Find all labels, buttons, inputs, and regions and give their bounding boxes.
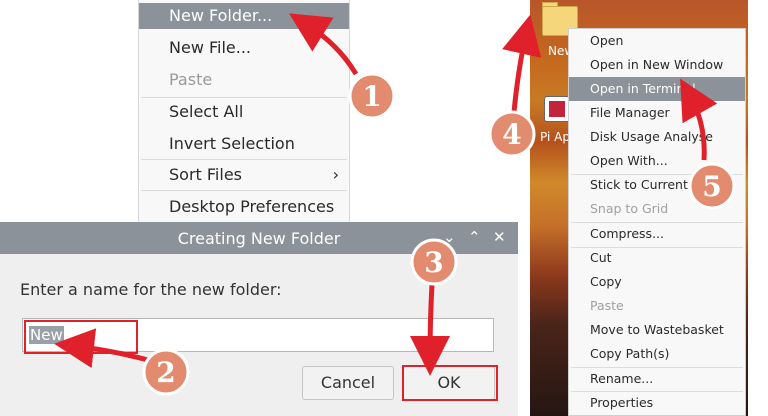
menu-item-label: Desktop Preferences bbox=[169, 197, 335, 216]
dialog-titlebar: Creating New Folder ⌄ ⌃ ✕ bbox=[0, 222, 518, 254]
pi-apps-grid bbox=[549, 101, 565, 117]
menu-item-new-file[interactable]: New File... bbox=[139, 35, 349, 61]
menu-item-label: Open bbox=[590, 33, 624, 48]
step-4-number: 4 bbox=[502, 118, 521, 151]
menu-item-desktop-preferences[interactable]: Desktop Preferences bbox=[139, 194, 349, 220]
menu-item-label: Stick to Current Po bbox=[590, 177, 707, 192]
desktop-context-menu: New Folder... New File... Paste Select A… bbox=[138, 0, 350, 224]
menu-item-stick-to-position[interactable]: Stick to Current Po bbox=[569, 173, 745, 197]
step-1-badge: 1 bbox=[348, 72, 396, 120]
menu-item-paste: Paste bbox=[569, 294, 745, 318]
menu-item-label: Properties bbox=[590, 395, 654, 410]
menu-item-label: Paste bbox=[590, 298, 624, 313]
menu-item-label: Compress... bbox=[590, 226, 664, 241]
menu-item-file-manager[interactable]: File Manager bbox=[569, 101, 745, 125]
maximize-icon[interactable]: ⌃ bbox=[468, 228, 481, 246]
menu-item-open-with[interactable]: Open With... bbox=[569, 149, 745, 173]
menu-item-label: File Manager bbox=[590, 105, 670, 120]
menu-separator bbox=[141, 190, 347, 191]
menu-item-select-all[interactable]: Select All bbox=[139, 99, 349, 125]
pi-apps-icon[interactable] bbox=[544, 96, 570, 122]
dialog-title: Creating New Folder bbox=[177, 229, 341, 248]
menu-item-label: Move to Wastebasket bbox=[590, 322, 724, 337]
menu-separator bbox=[141, 159, 347, 160]
menu-item-invert-selection[interactable]: Invert Selection bbox=[139, 131, 349, 157]
menu-item-label: Sort Files bbox=[169, 165, 242, 184]
desktop-app-label: Pi Ap bbox=[540, 130, 570, 144]
menu-item-copy[interactable]: Copy bbox=[569, 270, 745, 294]
cancel-button[interactable]: Cancel bbox=[302, 366, 394, 400]
menu-item-copy-paths[interactable]: Copy Path(s) bbox=[569, 342, 745, 366]
menu-item-snap-to-grid: Snap to Grid bbox=[569, 197, 745, 221]
menu-item-rename[interactable]: Rename... bbox=[569, 367, 745, 391]
step-4-arrow bbox=[502, 14, 542, 113]
menu-item-compress[interactable]: Compress... bbox=[569, 222, 745, 246]
step-4-badge: 4 bbox=[488, 110, 536, 158]
ok-highlight-box bbox=[402, 365, 498, 401]
menu-item-label: Invert Selection bbox=[169, 134, 295, 153]
dialog-prompt: Enter a name for the new folder: bbox=[20, 280, 282, 299]
menu-item-open-in-terminal[interactable]: Open in Terminal bbox=[569, 77, 745, 101]
chevron-right-icon: › bbox=[332, 165, 339, 184]
input-highlight-box bbox=[24, 320, 138, 354]
menu-separator bbox=[141, 97, 347, 98]
menu-item-move-to-wastebasket[interactable]: Move to Wastebasket bbox=[569, 318, 745, 342]
close-icon[interactable]: ✕ bbox=[493, 228, 506, 246]
menu-item-disk-usage[interactable]: Disk Usage Analyse bbox=[569, 125, 745, 149]
menu-item-label: Open in Terminal bbox=[590, 81, 696, 96]
menu-item-properties[interactable]: Properties bbox=[569, 391, 745, 415]
menu-item-new-folder[interactable]: New Folder... bbox=[139, 3, 349, 29]
menu-item-label: Copy bbox=[590, 274, 622, 289]
menu-item-label: New File... bbox=[169, 38, 252, 57]
menu-item-label: Copy Path(s) bbox=[590, 346, 670, 361]
menu-item-label: Rename... bbox=[590, 371, 654, 386]
menu-item-cut[interactable]: Cut bbox=[569, 246, 745, 270]
menu-item-label: Open in New Window bbox=[590, 57, 724, 72]
menu-item-label: Disk Usage Analyse bbox=[590, 129, 713, 144]
menu-item-label: Cut bbox=[590, 250, 612, 265]
menu-item-open[interactable]: Open bbox=[569, 29, 745, 53]
menu-item-label: Snap to Grid bbox=[590, 201, 669, 216]
menu-item-paste: Paste bbox=[139, 67, 349, 93]
menu-item-label: New Folder... bbox=[169, 6, 273, 25]
folder-context-menu: Open Open in New Window Open in Terminal… bbox=[568, 28, 746, 416]
step-1-number: 1 bbox=[362, 80, 381, 113]
menu-item-label: Paste bbox=[169, 70, 213, 89]
menu-item-sort-files[interactable]: Sort Files › bbox=[139, 162, 349, 188]
menu-item-label: Open With... bbox=[590, 153, 668, 168]
minimize-icon[interactable]: ⌄ bbox=[443, 228, 456, 246]
menu-item-open-new-window[interactable]: Open in New Window bbox=[569, 53, 745, 77]
menu-item-label: Select All bbox=[169, 102, 244, 121]
